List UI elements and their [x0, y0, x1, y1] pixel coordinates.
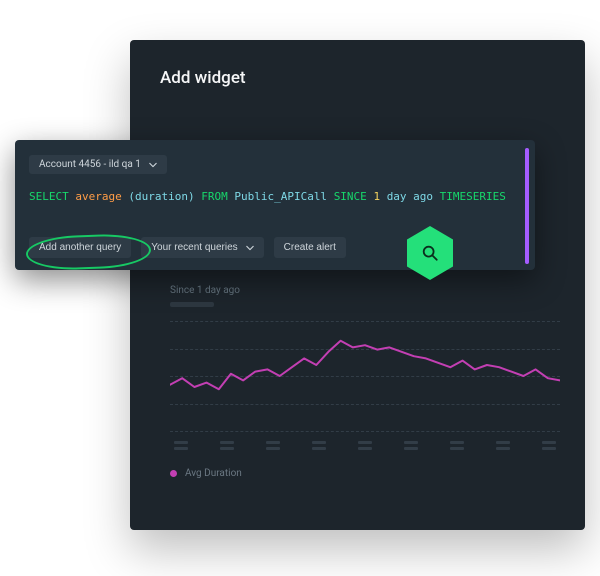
x-tick [448, 441, 466, 450]
x-tick [540, 441, 558, 450]
legend-label: Avg Duration [185, 468, 242, 479]
chart-legend: Avg Duration [170, 468, 560, 479]
account-selector[interactable]: Account 4456 - ild qa 1 [29, 155, 167, 174]
search-hex-badge[interactable] [405, 225, 455, 281]
token-unit: day ago [387, 190, 433, 203]
nrql-query-text[interactable]: SELECT average (duration) FROM Public_AP… [29, 190, 521, 203]
chart-subtitle-skeleton [170, 302, 214, 307]
token-since: SINCE [334, 190, 367, 203]
gridline [170, 431, 560, 432]
chevron-down-icon [149, 161, 157, 169]
chevron-down-icon [246, 244, 254, 252]
x-tick [356, 441, 374, 450]
add-another-query-label: Add another query [39, 242, 121, 253]
account-selector-label: Account 4456 - ild qa 1 [39, 159, 141, 170]
chart-x-axis [170, 441, 560, 450]
token-function: average [75, 190, 121, 203]
recent-queries-label: Your recent queries [151, 242, 237, 253]
search-icon [421, 244, 439, 262]
panel-title: Add widget [160, 68, 246, 88]
chart-area: Since 1 day ago Avg Duration [170, 285, 560, 505]
chart-plot[interactable] [170, 321, 560, 431]
token-table: Public_APICall [234, 190, 327, 203]
create-alert-label: Create alert [284, 242, 336, 253]
x-tick [264, 441, 282, 450]
create-alert-button[interactable]: Create alert [274, 237, 346, 258]
x-tick [172, 441, 190, 450]
scroll-indicator [525, 148, 529, 264]
chart-title: Since 1 day ago [170, 285, 560, 296]
x-tick [218, 441, 236, 450]
add-another-query-button[interactable]: Add another query [29, 237, 131, 258]
query-editor-card: Account 4456 - ild qa 1 SELECT average (… [15, 140, 535, 270]
legend-color-swatch [170, 470, 177, 477]
token-from: FROM [201, 190, 228, 203]
token-select: SELECT [29, 190, 69, 203]
chart-series-line [170, 321, 560, 431]
x-tick [494, 441, 512, 450]
token-timeseries: TIMESERIES [440, 190, 506, 203]
x-tick [310, 441, 328, 450]
token-args: (duration) [128, 190, 194, 203]
query-actions-row: Add another query Your recent queries Cr… [29, 237, 346, 258]
x-tick [402, 441, 420, 450]
recent-queries-button[interactable]: Your recent queries [141, 237, 263, 258]
token-num: 1 [373, 190, 380, 203]
